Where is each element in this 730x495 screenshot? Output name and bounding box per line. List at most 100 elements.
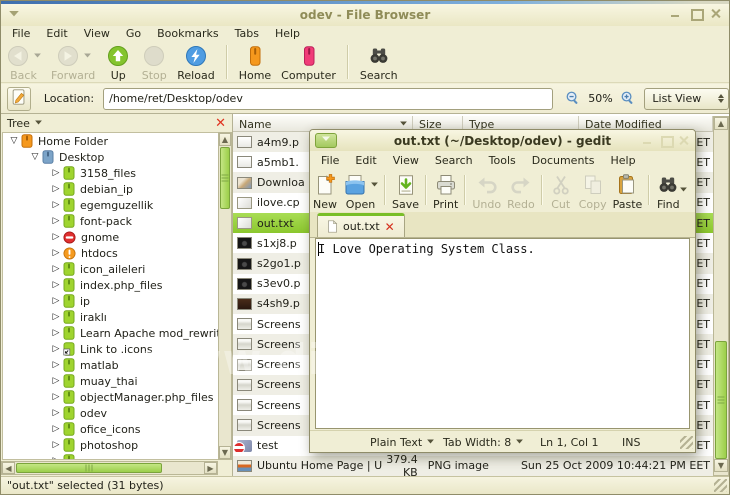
tree-item-htdocs[interactable]: ▷ htdocs xyxy=(3,245,218,261)
scroll-down-icon[interactable]: ▼ xyxy=(714,459,728,472)
tree-item-egemguzellik[interactable]: ▷ egemguzellik xyxy=(3,197,218,213)
window-menu-icon[interactable] xyxy=(8,8,20,23)
tree-header-chevron-icon[interactable] xyxy=(34,117,42,130)
expander-closed-icon[interactable]: ▷ xyxy=(49,232,63,242)
expander-closed-icon[interactable]: ▷ xyxy=(49,200,63,210)
gedit-undo-button[interactable]: Undo xyxy=(469,172,504,212)
scroll-up-icon[interactable]: ▲ xyxy=(714,117,728,130)
gedit-print-button[interactable]: Print xyxy=(430,172,461,212)
zoom-in-icon[interactable] xyxy=(620,90,635,108)
tree-item-gnome[interactable]: ▷ gnome xyxy=(3,229,218,245)
gedit-redo-button[interactable]: Redo xyxy=(504,172,538,212)
filebrowser-menu-edit[interactable]: Edit xyxy=(39,26,74,41)
view-mode-select[interactable]: List View xyxy=(644,87,729,110)
location-input[interactable] xyxy=(103,87,553,110)
filebrowser-menu-tabs[interactable]: Tabs xyxy=(228,26,266,41)
tab-close-icon[interactable]: ✕ xyxy=(385,221,395,233)
tree-item-home-folder[interactable]: ▽ Home Folder xyxy=(3,133,218,149)
filebrowser-reload-button[interactable]: Reload xyxy=(172,43,219,83)
resize-grip[interactable] xyxy=(680,436,693,449)
expander-closed-icon[interactable]: ▷ xyxy=(49,248,63,258)
expander-closed-icon[interactable]: ▷ xyxy=(49,424,63,434)
filebrowser-stop-button[interactable]: Stop xyxy=(136,43,172,83)
tree-item-learn-apache-mod-rewrite-13-real-work[interactable]: ▷ Learn Apache mod_rewrite: 13 Real-work xyxy=(3,325,218,341)
expander-closed-icon[interactable]: ▷ xyxy=(49,456,63,459)
tree-item-font-pack[interactable]: ▷ font-pack xyxy=(3,213,218,229)
expander-closed-icon[interactable]: ▷ xyxy=(49,264,63,274)
tree-scroll-thumb[interactable] xyxy=(220,147,230,209)
tree-vertical-scrollbar[interactable]: ▲ ▼ xyxy=(218,132,232,460)
gedit-text-area[interactable]: I Love Operating System Class. xyxy=(315,238,690,429)
expander-closed-icon[interactable]: ▷ xyxy=(49,184,63,194)
expander-closed-icon[interactable]: ▷ xyxy=(49,296,63,306)
tree-item-ip[interactable]: ▷ ip xyxy=(3,293,218,309)
gedit-open-button[interactable]: Open xyxy=(340,172,381,212)
filebrowser-menu-file[interactable]: File xyxy=(5,26,37,41)
minimize-button[interactable] xyxy=(642,135,653,146)
list-scroll-thumb[interactable] xyxy=(715,341,727,459)
gedit-titlebar[interactable]: out.txt (~/Desktop/odev) - gedit xyxy=(310,130,695,151)
close-button[interactable] xyxy=(678,135,689,146)
filebrowser-menu-help[interactable]: Help xyxy=(268,26,307,41)
expander-closed-icon[interactable]: ▷ xyxy=(49,328,63,338)
scroll-up-icon[interactable]: ▲ xyxy=(219,133,231,146)
expander-closed-icon[interactable]: ▷ xyxy=(49,280,63,290)
gedit-new-button[interactable]: New xyxy=(310,172,340,212)
gedit-copy-button[interactable]: Copy xyxy=(576,172,610,212)
edit-location-button[interactable] xyxy=(7,86,31,111)
expander-closed-icon[interactable]: ▷ xyxy=(49,312,63,322)
expander-closed-icon[interactable]: ▷ xyxy=(49,344,63,354)
expander-closed-icon[interactable]: ▷ xyxy=(49,376,63,386)
filebrowser-menu-view[interactable]: View xyxy=(77,26,117,41)
scroll-down-icon[interactable]: ▼ xyxy=(219,446,231,459)
tree-hscroll-thumb[interactable] xyxy=(16,463,162,473)
tab-width-select[interactable]: Tab Width: 8 xyxy=(443,436,524,449)
list-vertical-scrollbar[interactable]: ▲ ▼ xyxy=(713,116,729,476)
tree-item-index-php-files[interactable]: ▷ index.php_files xyxy=(3,277,218,293)
minimize-button[interactable] xyxy=(670,8,681,19)
tree-item-link-to-icons[interactable]: ▷ Link to .icons xyxy=(3,341,218,357)
tree-header[interactable]: Tree ✕ xyxy=(1,114,232,132)
expander-closed-icon[interactable]: ▷ xyxy=(49,392,63,402)
expander-closed-icon[interactable]: ▷ xyxy=(49,216,63,226)
scroll-left-icon[interactable]: ◀ xyxy=(2,462,15,474)
gedit-menu-view[interactable]: View xyxy=(386,153,426,168)
chevron-down-icon[interactable] xyxy=(370,179,378,192)
gedit-menu-documents[interactable]: Documents xyxy=(525,153,602,168)
gedit-paste-button[interactable]: Paste xyxy=(610,172,646,212)
filebrowser-menu-go[interactable]: Go xyxy=(119,26,148,41)
filebrowser-up-button[interactable]: Up xyxy=(100,43,136,83)
resize-grip[interactable] xyxy=(714,479,727,492)
expander-closed-icon[interactable]: ▷ xyxy=(49,168,63,178)
tree-item-partial[interactable]: ▷ xyxy=(3,453,218,459)
expander-closed-icon[interactable]: ▷ xyxy=(49,440,63,450)
tree-item-muay-thai[interactable]: ▷ muay_thai xyxy=(3,373,218,389)
tree-item-photoshop[interactable]: ▷ photoshop xyxy=(3,437,218,453)
gedit-menu-file[interactable]: File xyxy=(314,153,346,168)
scroll-right-icon[interactable]: ▶ xyxy=(204,462,217,474)
chevron-down-icon[interactable] xyxy=(83,50,91,63)
gedit-window-menu-button[interactable] xyxy=(315,133,337,148)
gedit-menu-edit[interactable]: Edit xyxy=(348,153,383,168)
tree-horizontal-scrollbar[interactable]: ◀ ▶ xyxy=(1,461,218,475)
tree-item-debian-ip[interactable]: ▷ debian_ip xyxy=(3,181,218,197)
expander-closed-icon[interactable]: ▷ xyxy=(49,360,63,370)
filebrowser-titlebar[interactable]: odev - File Browser xyxy=(1,4,729,26)
tree-item-objectmanager-php-files[interactable]: ▷ objectManager.php_files xyxy=(3,389,218,405)
expander-closed-icon[interactable]: ▷ xyxy=(49,408,63,418)
file-row-ubuntu-home-page-ubuntu-125[interactable]: Ubuntu Home Page | Ubuntu_125...379.4 KB… xyxy=(233,453,713,479)
tree-close-icon[interactable]: ✕ xyxy=(215,117,226,130)
close-button[interactable] xyxy=(710,8,721,19)
tree-item-odev[interactable]: ▷ odev xyxy=(3,405,218,421)
zoom-out-icon[interactable] xyxy=(565,90,580,108)
filebrowser-home-button[interactable]: Home xyxy=(234,43,276,83)
language-select[interactable]: Plain Text xyxy=(370,436,435,449)
gedit-menu-tools[interactable]: Tools xyxy=(482,153,523,168)
chevron-down-icon[interactable] xyxy=(33,50,41,63)
tree-item-irakl[interactable]: ▷ iraklı xyxy=(3,309,218,325)
tree-item-3158-files[interactable]: ▷ 3158_files xyxy=(3,165,218,181)
toolbar-overflow-icon[interactable] xyxy=(679,184,689,197)
maximize-button[interactable] xyxy=(660,135,674,148)
maximize-button[interactable] xyxy=(690,8,704,21)
tree-item-icon-aileleri[interactable]: ▷ icon_aileleri xyxy=(3,261,218,277)
